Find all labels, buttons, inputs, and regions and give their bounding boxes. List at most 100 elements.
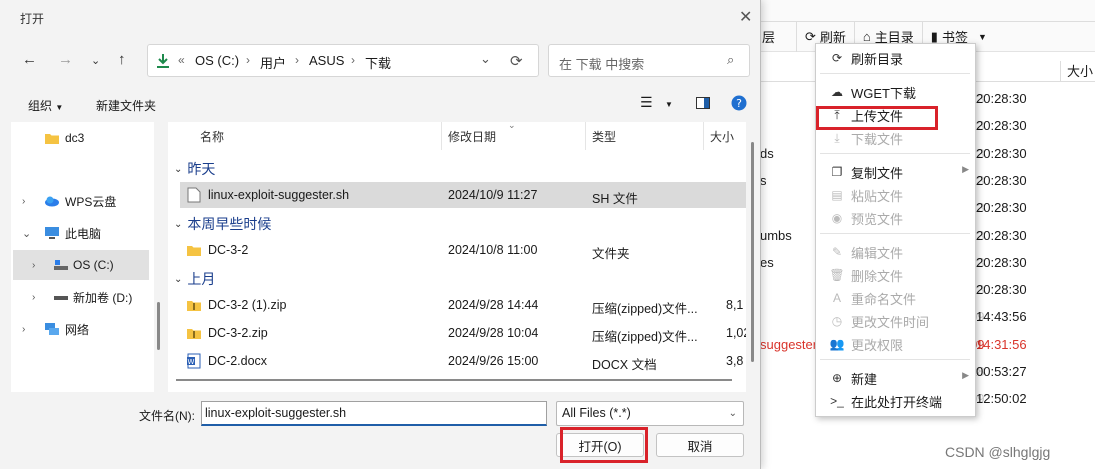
view-chevron-icon[interactable]: ▼ xyxy=(665,100,673,109)
group-header-yesterday[interactable]: ⌄ 昨天 xyxy=(174,159,215,179)
row-time: 20:28:30 xyxy=(976,282,1027,297)
drive-icon xyxy=(54,296,68,300)
chevron-down-icon[interactable]: ⌄ xyxy=(22,227,31,240)
sort-chevron-icon: ⌄ xyxy=(508,120,516,130)
overflow-chevron-icon[interactable]: « xyxy=(178,53,185,67)
chevron-down-icon: ⌄ xyxy=(174,163,183,175)
file-row[interactable]: linux-exploit-suggester.sh 2024/10/9 11:… xyxy=(180,182,746,208)
up-button[interactable]: ↑ xyxy=(118,51,126,68)
forward-button[interactable]: → xyxy=(58,51,73,68)
menu-item-label: 新建 xyxy=(851,371,878,387)
context-menu-item[interactable]: ⊕ 新建 ▶ xyxy=(816,367,975,389)
context-menu-item[interactable]: A 重命名文件 xyxy=(816,287,975,309)
group-label: 本周早些时候 xyxy=(187,216,272,232)
context-menu-item[interactable]: >_ 在此处打开终端 xyxy=(816,390,975,412)
breadcrumb-root[interactable]: OS (C:) xyxy=(195,53,239,68)
breadcrumb-asus[interactable]: ASUS xyxy=(309,53,344,68)
file-list-horizontal-scrollbar[interactable] xyxy=(168,374,746,386)
recent-locations-chevron-icon[interactable]: ⌄ xyxy=(91,54,100,67)
close-icon[interactable]: ✕ xyxy=(739,7,752,27)
group-header-this-week[interactable]: ⌄ 本周早些时候 xyxy=(174,214,271,234)
file-type-select[interactable]: All Files (*.*) ⌄ xyxy=(556,401,744,426)
menu-item-label: 删除文件 xyxy=(851,268,904,284)
chevron-right-icon[interactable]: › xyxy=(22,324,25,335)
preview-pane-icon[interactable] xyxy=(696,97,710,112)
size-column-header[interactable]: 大小 xyxy=(1060,61,1093,81)
file-row[interactable]: DC-3-2.zip 2024/9/28 10:04 压缩(zipped)文件.… xyxy=(180,320,757,346)
trash-icon: 🗑 xyxy=(829,268,845,282)
search-input[interactable]: 在 下载 中搜索 xyxy=(548,44,750,77)
tree-item-network[interactable]: › 网络 xyxy=(11,314,151,344)
cloud-icon xyxy=(45,196,59,207)
tree-item-this-pc[interactable]: ⌄ 此电脑 xyxy=(11,218,151,248)
submenu-arrow-icon: ▶ xyxy=(962,164,969,174)
name-column-header[interactable]: 名称 xyxy=(200,128,224,145)
context-menu-item[interactable]: ⟳ 刷新目录 xyxy=(816,47,975,69)
dialog-title: 打开 xyxy=(20,12,45,26)
row-time: 20:28:30 xyxy=(976,91,1027,106)
filename-label: 文件名(N): xyxy=(139,409,195,423)
folder-icon xyxy=(187,246,201,256)
date-column-header[interactable]: 修改日期 xyxy=(448,128,496,145)
context-menu-item[interactable]: ☁ WGET下载 xyxy=(816,81,975,103)
organize-menu[interactable]: 组织 ▼ xyxy=(28,97,63,114)
back-button[interactable]: ← xyxy=(22,51,37,68)
group-label: 昨天 xyxy=(187,161,216,177)
row-time: 20:28:30 xyxy=(976,200,1027,215)
view-menu-icon[interactable]: ☰ xyxy=(640,94,653,111)
edit-icon: ✎ xyxy=(831,245,843,259)
file-list-vertical-scrollbar[interactable] xyxy=(746,122,758,392)
row-time: 00:53:27 xyxy=(976,364,1027,379)
chevron-right-icon[interactable]: › xyxy=(22,196,25,207)
file-row[interactable]: W DC-2.docx 2024/9/26 15:00 DOCX 文档 3,8 xyxy=(180,348,746,374)
context-menu-item[interactable]: ▤ 粘贴文件 xyxy=(816,184,975,206)
context-menu-item[interactable]: ◉ 预览文件 xyxy=(816,207,975,229)
context-menu-item[interactable]: ◷ 更改文件时间 xyxy=(816,310,975,332)
file-date: 2024/10/8 11:00 xyxy=(448,243,538,257)
context-menu-item[interactable]: 🗑 删除文件 xyxy=(816,264,975,286)
breadcrumb-separator-icon: › xyxy=(246,53,250,67)
file-icon xyxy=(187,187,201,203)
tree-item-wps-cloud[interactable]: › WPS云盘 xyxy=(11,186,151,216)
file-date: 2024/9/26 15:00 xyxy=(448,354,539,368)
context-menu-item[interactable]: ✎ 编辑文件 xyxy=(816,241,975,263)
file-row[interactable]: DC-3-2 (1).zip 2024/9/28 14:44 压缩(zipped… xyxy=(180,292,746,318)
file-row[interactable]: DC-3-2 2024/10/8 11:00 文件夹 xyxy=(180,237,746,263)
tree-item-dc3[interactable]: dc3 xyxy=(11,123,151,153)
chevron-right-icon[interactable]: › xyxy=(32,260,35,271)
breadcrumb-users[interactable]: 用户 xyxy=(260,53,286,72)
chevron-right-icon[interactable]: › xyxy=(32,292,35,303)
chevron-down-icon: ▼ xyxy=(55,103,64,112)
address-bar[interactable]: « OS (C:) › 用户 › ASUS › 下载 ⌄ ⟳ xyxy=(147,44,539,77)
menu-item-label: 重命名文件 xyxy=(851,291,917,307)
cancel-button[interactable]: 取消 xyxy=(656,433,744,457)
context-menu-item[interactable]: 👥 更改权限 xyxy=(816,333,975,355)
drive-icon xyxy=(54,260,68,270)
navigation-scrollbar[interactable] xyxy=(154,122,163,392)
clock-icon: ◷ xyxy=(831,314,843,328)
folder-icon xyxy=(45,134,59,144)
home-icon: ⌂ xyxy=(862,29,871,44)
group-header-last-month[interactable]: ⌄ 上月 xyxy=(174,269,215,289)
type-column-header[interactable]: 类型 xyxy=(592,128,616,145)
size-column-header[interactable]: 大小 xyxy=(710,128,734,145)
row-name: umbs xyxy=(760,228,792,243)
zip-folder-icon xyxy=(187,329,201,339)
tree-item-volume-d[interactable]: › 新加卷 (D:) xyxy=(11,282,151,312)
file-name: linux-exploit-suggester.sh xyxy=(208,188,350,202)
file-name: DC-3-2 (1).zip xyxy=(208,298,287,312)
row-name: ds xyxy=(760,146,774,161)
filename-input[interactable]: linux-exploit-suggester.sh xyxy=(201,401,547,426)
context-menu-item[interactable]: ❐ 复制文件 ▶ xyxy=(816,161,975,183)
group-label: 上月 xyxy=(187,271,216,287)
context-menu-item[interactable]: ⤓ 下载文件 xyxy=(816,127,975,149)
refresh-icon[interactable]: ⟳ xyxy=(510,52,523,70)
tree-item-os-c[interactable]: › OS (C:) xyxy=(13,250,149,280)
row-time: 20:28:30 xyxy=(976,255,1027,270)
breadcrumb-downloads[interactable]: 下载 xyxy=(365,53,391,72)
help-icon[interactable]: ? xyxy=(731,95,747,114)
new-folder-button[interactable]: 新建文件夹 xyxy=(96,97,156,114)
address-chevron-down-icon[interactable]: ⌄ xyxy=(480,51,491,67)
menu-separator xyxy=(820,73,970,74)
breadcrumb-separator-icon: › xyxy=(295,53,299,67)
